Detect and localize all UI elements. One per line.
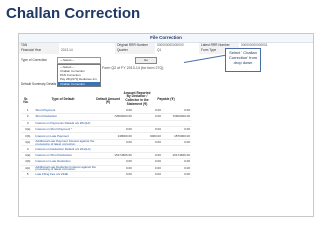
default-summary-table: 1 Short Payment 0.00 0.00 0.00 2 Short Deducti… [21,107,191,179]
row-amount-reported: 0.00 [132,171,162,179]
col-sr: Sr. No. [23,96,29,105]
row-default-amount: 0.00 [103,139,133,147]
row-default-amount: 0.00 [103,165,133,173]
row-payable: 0.00 [161,165,191,173]
row-amount-reported: 0.00 [132,139,162,147]
col-type: Type of Default [51,96,75,101]
col-default-amount: Default Amount (₹) [96,96,120,105]
table-header: Sr. No. Type of Default Default Amount (… [19,90,313,108]
row-default-type-link[interactable]: Late Filing Fee u/s 234E [34,171,104,179]
financial-year-value: 2013-14 [61,48,73,53]
row-sr-number: 4(c) [21,165,35,173]
row-default-amount: 0.00 [103,171,133,179]
row-sr-number: 3(c) [21,139,35,147]
table-row: 3(c) Additional Late Payment Interest aga… [21,139,191,147]
quarter-label: Quarter [115,48,155,54]
row-default-type-link[interactable]: Additional Late Payment Interest against… [34,139,104,147]
correction-dropdown-list[interactable]: ---Select--- Challan Correction PAN Corr… [57,63,101,87]
table-row: 5 Late Filing Fee u/s 234E 0.00 0.00 0.00 [21,171,191,179]
table-row: 4(c) Additional Late Deduction Interest a… [21,165,191,173]
correction-type-select[interactable]: ---Select--- [57,56,101,64]
go-button[interactable]: Go [135,56,157,64]
correction-section: Type of Correction ---Select--- Go ---Se… [19,56,313,93]
file-correction-window: File Correction TAN Original RRR Number … [18,33,314,217]
row-default-type-link[interactable]: Additional Late Deduction Interest again… [34,165,104,173]
col-amount-reported: Amount Reported By Deductor / Collector … [123,90,151,106]
row-amount-reported: 0.00 [132,165,162,173]
slide-title: Challan Correction [6,5,141,22]
col-payable: Payable (₹) [157,96,175,101]
instruction-callout: Select ' Challan Correction' from drop d… [225,48,261,72]
dropdown-option[interactable]: Pay 26Q/27Q Deductee Ins [58,77,100,81]
financial-year-label: Financial Year [19,48,59,54]
type-of-correction-label: Type of Correction [21,57,48,62]
header-row-2: Financial Year 2013-14 Quarter Q1 Form T… [19,48,313,54]
form-caption: Form Q2 of FY 2013-14 (for form 27Q) [102,65,164,70]
row-payable: 0.00 [161,171,191,179]
window-title: File Correction [19,34,313,43]
row-payable: 0.00 [161,139,191,147]
default-summary-label: Default Summary Details [21,81,57,86]
quarter-value: Q1 [157,48,162,53]
row-sr-number: 5 [21,171,35,179]
dropdown-option-selected[interactable]: Challan Correction [58,81,100,86]
